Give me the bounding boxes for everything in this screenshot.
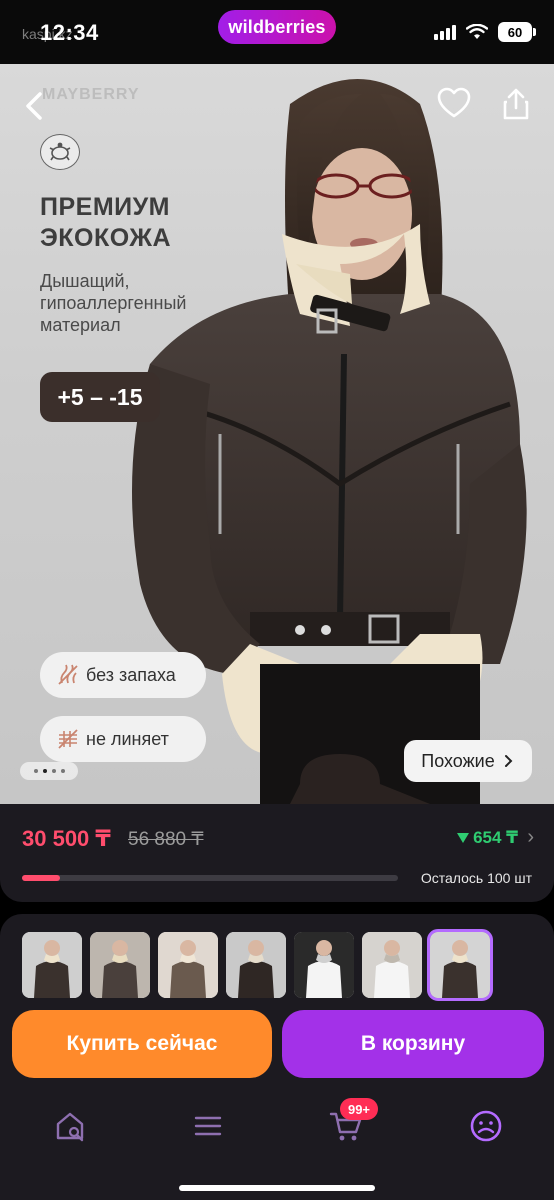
back-button[interactable]: [18, 88, 54, 124]
price-drop-amount: 654 ₸: [473, 828, 518, 847]
add-to-cart-button[interactable]: В корзину: [282, 1010, 544, 1078]
feature-label: не линяет: [86, 728, 169, 749]
tab-home[interactable]: [52, 1108, 88, 1144]
tab-catalog[interactable]: [190, 1108, 226, 1144]
carousel-dots: [20, 762, 78, 780]
stock-progress-fill: [22, 875, 60, 881]
temperature-badge: +5 – -15: [40, 372, 160, 422]
price-drop-link[interactable]: 654 ₸: [457, 828, 518, 848]
product-thumbnail[interactable]: [294, 932, 354, 998]
carousel-dot-active: [42, 769, 47, 773]
brand-watermark: MAYBERRY: [42, 86, 140, 103]
product-image-carousel[interactable]: MAYBERRY ПРЕМИУМ ЭКОКОЖА Дышащий, гипоал…: [0, 64, 554, 804]
no-fading-icon: [58, 729, 78, 749]
chevron-right-icon: [504, 755, 513, 767]
price-card: 30 500 ₸ 56 880 ₸ 654 ₸ › Осталось 100 ш…: [0, 804, 554, 902]
thumbnail-photo: [430, 932, 490, 998]
thumbnail-photo: [90, 932, 150, 998]
status-icons: 60: [434, 22, 536, 42]
carousel-dot: [51, 769, 56, 773]
feature-no-fading: не линяет: [40, 716, 206, 762]
status-bar: kaspi.kz 12:34 wildberries 60: [0, 0, 554, 64]
home-search-icon: [56, 1112, 84, 1142]
thumbnail-photo: [158, 932, 218, 998]
product-thumbnail[interactable]: [22, 932, 82, 998]
buy-now-button[interactable]: Купить сейчас: [12, 1010, 272, 1078]
share-button[interactable]: [498, 86, 534, 122]
home-indicator: [179, 1185, 375, 1191]
bottom-tab-bar: 99+: [0, 1094, 554, 1200]
wifi-icon: [466, 24, 488, 39]
carousel-dot: [60, 769, 65, 773]
thumbnail-strip: [22, 929, 493, 1001]
similar-label: Похожие: [421, 750, 495, 771]
old-price: 56 880 ₸: [128, 829, 204, 850]
feature-label: без запаха: [86, 664, 176, 685]
promo-title: ПРЕМИУМ ЭКОКОЖА: [40, 193, 172, 252]
favorite-button[interactable]: [436, 86, 472, 122]
product-thumbnail[interactable]: [90, 932, 150, 998]
thumbnail-photo: [22, 932, 82, 998]
share-icon: [503, 88, 529, 120]
status-time: 12:34: [40, 20, 99, 45]
promo-subtitle: Дышащий, гипоаллергенный материал: [40, 271, 187, 335]
profile-icon: [470, 1110, 502, 1142]
tab-profile[interactable]: [468, 1108, 504, 1144]
product-thumbnail[interactable]: [226, 932, 286, 998]
current-price: 30 500 ₸: [22, 826, 111, 851]
similar-products-button[interactable]: Похожие: [404, 740, 532, 782]
turtle-logo-icon: [40, 134, 80, 170]
no-smell-icon: [58, 664, 78, 685]
product-thumbnail[interactable]: [158, 932, 218, 998]
thumbnail-photo: [362, 932, 422, 998]
app-indicator-pill[interactable]: wildberries: [218, 10, 336, 44]
stock-remaining: Осталось 100 шт: [420, 870, 532, 886]
battery-icon: 60: [498, 22, 536, 42]
thumbnail-photo: [226, 932, 286, 998]
product-thumbnail[interactable]: [427, 929, 493, 1001]
chevron-right-icon[interactable]: ›: [527, 826, 534, 849]
catalog-icon: [194, 1116, 222, 1136]
thumbnail-photo: [294, 932, 354, 998]
feature-no-smell: без запаха: [40, 652, 206, 698]
product-thumbnail[interactable]: [362, 932, 422, 998]
cellular-signal-icon: [434, 24, 456, 40]
stock-progress-bar: [22, 875, 398, 881]
cart-count-badge: 99+: [340, 1098, 378, 1120]
triangle-down-icon: [457, 833, 470, 843]
heart-icon: [437, 87, 471, 118]
carousel-dot: [33, 769, 38, 773]
chevron-left-icon: [26, 92, 42, 120]
